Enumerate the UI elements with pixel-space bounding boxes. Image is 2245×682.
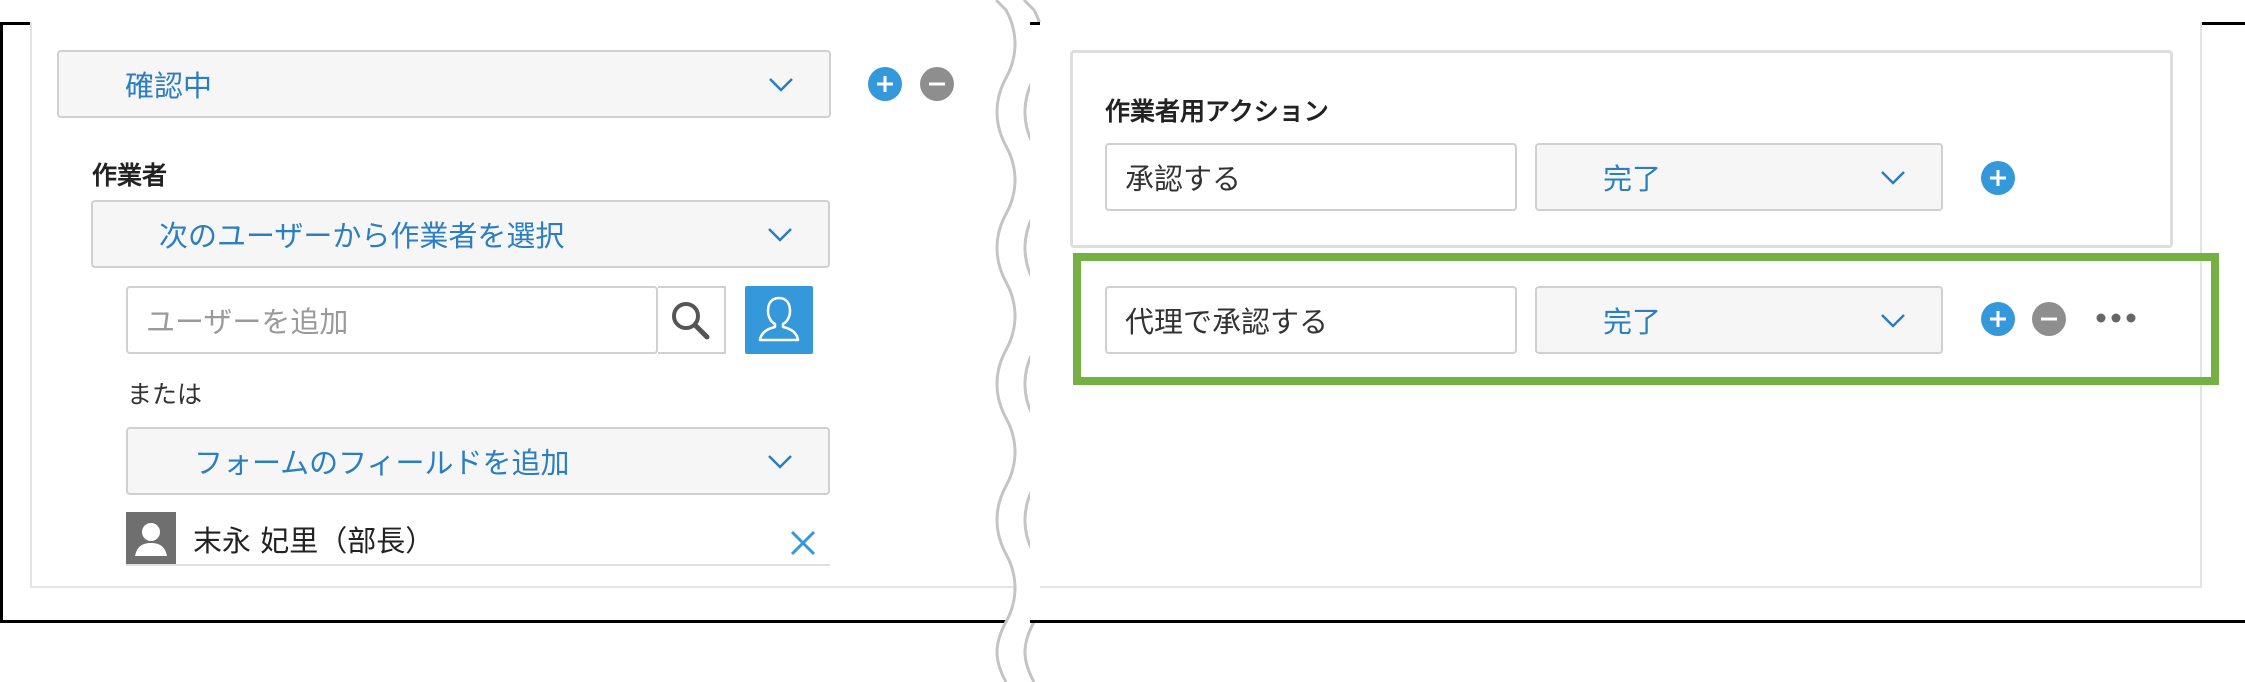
chevron-down-icon <box>769 78 793 92</box>
minus-circle-icon <box>929 82 945 86</box>
close-icon[interactable] <box>788 528 818 558</box>
selected-user-name: 末永 妃里（部長） <box>193 524 435 558</box>
user-select-button[interactable] <box>745 286 813 354</box>
action-status-value: 完了 <box>1603 305 1662 339</box>
status-dropdown-value: 確認中 <box>125 69 213 103</box>
actions-label: 作業者用アクション <box>1105 97 1329 126</box>
action-name-input[interactable]: 代理で承認する <box>1105 286 1517 354</box>
action-name-value: 承認する <box>1125 162 1242 196</box>
chevron-down-icon <box>768 455 792 469</box>
action-status-dropdown[interactable]: 完了 <box>1535 143 1943 211</box>
or-label: または <box>127 380 203 409</box>
action-status-value: 完了 <box>1603 162 1662 196</box>
add-status-button[interactable] <box>868 67 902 101</box>
assignee-mode-value: 次のユーザーから作業者を選択 <box>159 219 565 253</box>
search-icon <box>672 302 710 340</box>
user-icon <box>758 296 800 342</box>
minus-circle-icon <box>2041 317 2057 321</box>
action-name-value: 代理で承認する <box>1125 305 1329 339</box>
chevron-down-icon <box>1881 171 1905 185</box>
avatar <box>126 512 176 564</box>
action-status-dropdown[interactable]: 完了 <box>1535 286 1943 354</box>
action-name-input[interactable]: 承認する <box>1105 143 1517 211</box>
selected-user-row: 末永 妃里（部長） <box>126 512 830 566</box>
status-dropdown[interactable]: 確認中 <box>57 50 831 118</box>
user-search-placeholder: ユーザーを追加 <box>146 305 349 339</box>
more-horizontal-icon <box>2096 313 2136 323</box>
chevron-down-icon <box>768 228 792 242</box>
add-action-button[interactable] <box>1981 302 2015 336</box>
assignee-label: 作業者 <box>92 161 168 190</box>
form-field-dropdown-value: フォームのフィールドを追加 <box>194 446 570 480</box>
chevron-down-icon <box>1881 314 1905 328</box>
assignee-mode-dropdown[interactable]: 次のユーザーから作業者を選択 <box>91 200 830 268</box>
user-search-input[interactable]: ユーザーを追加 <box>126 286 658 354</box>
more-options-button[interactable] <box>2094 306 2138 330</box>
plus-circle-icon <box>1990 311 2006 327</box>
form-field-dropdown[interactable]: フォームのフィールドを追加 <box>126 427 830 495</box>
user-icon <box>135 523 167 556</box>
plus-circle-icon <box>1990 170 2006 186</box>
remove-status-button[interactable] <box>920 67 954 101</box>
user-search-button[interactable] <box>658 286 726 354</box>
remove-action-button[interactable] <box>2032 302 2066 336</box>
add-action-button[interactable] <box>1981 161 2015 195</box>
plus-circle-icon <box>877 76 893 92</box>
